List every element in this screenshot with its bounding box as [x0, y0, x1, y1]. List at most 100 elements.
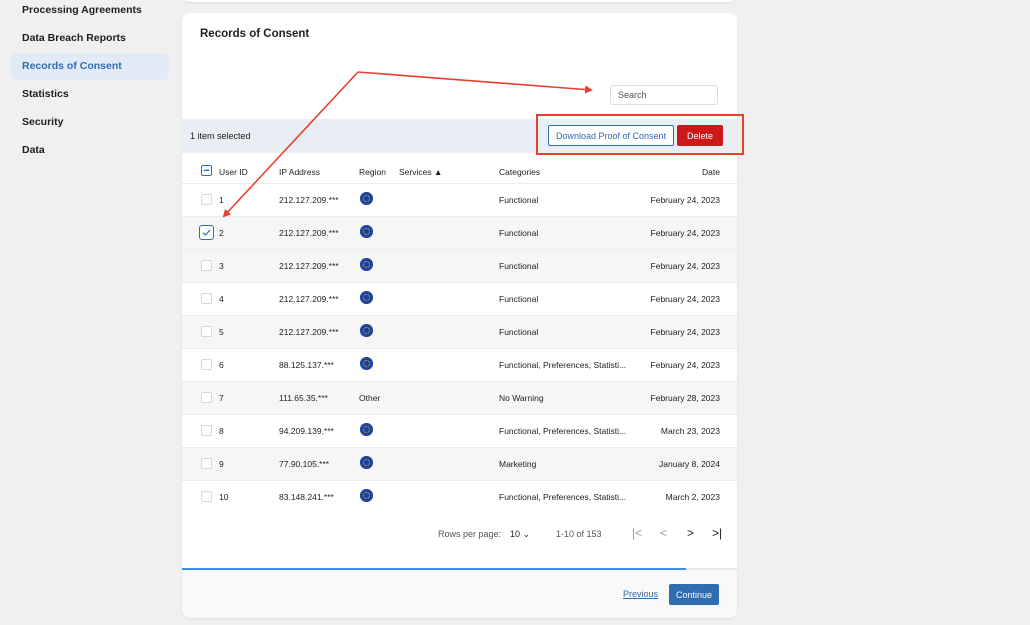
- table-row[interactable]: 7 111.65.35.*** Other No Warning Februar…: [182, 381, 737, 414]
- table-row[interactable]: 8 94.209.139.*** Functional, Preferences…: [182, 414, 737, 447]
- cell-categories: Functional: [499, 261, 539, 271]
- cell-user-id: 8: [219, 426, 224, 436]
- cell-user-id: 4: [219, 294, 224, 304]
- row-checkbox[interactable]: [201, 293, 212, 304]
- eu-flag-icon: [360, 357, 373, 370]
- page-title: Records of Consent: [200, 28, 310, 40]
- cell-date: March 2, 2023: [665, 492, 720, 502]
- selection-count: 1 item selected: [190, 131, 251, 141]
- cell-categories: No Warning: [499, 393, 544, 403]
- table-header: User ID IP Address Region Services ▲ Cat…: [182, 161, 737, 183]
- next-page-icon[interactable]: >: [687, 526, 694, 540]
- cell-ip: 212.127.209.***: [279, 261, 339, 271]
- column-header-services[interactable]: Services ▲: [399, 167, 442, 177]
- search-input[interactable]: [610, 85, 718, 105]
- column-header-categories[interactable]: Categories: [499, 167, 540, 177]
- rows-per-page-label: Rows per page:: [438, 529, 502, 539]
- cell-ip: 212.127.209.***: [279, 327, 339, 337]
- cell-categories: Functional: [499, 294, 539, 304]
- delete-button[interactable]: Delete: [677, 125, 724, 146]
- row-checkbox[interactable]: [201, 491, 212, 502]
- previous-card-edge: [182, 0, 737, 2]
- table-row[interactable]: 4 212.127.209.*** Functional February 24…: [182, 282, 737, 315]
- cell-categories: Functional, Preferences, Statisti...: [499, 426, 627, 436]
- cell-ip: 212.127.209.***: [279, 228, 339, 238]
- cell-categories: Functional: [499, 228, 539, 238]
- cell-date: February 24, 2023: [650, 228, 720, 238]
- cell-user-id: 5: [219, 327, 224, 337]
- cell-user-id: 6: [219, 360, 224, 370]
- eu-flag-icon: [360, 324, 373, 337]
- row-checkbox[interactable]: [201, 425, 212, 436]
- cell-date: February 24, 2023: [650, 195, 720, 205]
- column-header-date[interactable]: Date: [702, 167, 720, 177]
- eu-flag-icon: [360, 489, 373, 502]
- eu-flag-icon: [360, 192, 373, 205]
- row-checkbox[interactable]: [201, 458, 212, 469]
- first-page-icon[interactable]: |<: [632, 526, 642, 540]
- table-row[interactable]: 10 83.148.241.*** Functional, Preference…: [182, 480, 737, 513]
- row-checkbox-checked[interactable]: [199, 225, 214, 240]
- cell-ip: 77.90.105.***: [279, 459, 330, 469]
- row-checkbox[interactable]: [201, 359, 212, 370]
- cell-ip: 111.65.35.***: [279, 393, 328, 403]
- column-header-user-id[interactable]: User ID: [219, 167, 248, 177]
- cell-categories: Functional, Preferences, Statisti...: [499, 360, 627, 370]
- cell-date: February 24, 2023: [650, 261, 720, 271]
- card-footer: Previous Continue: [182, 570, 737, 618]
- sidebar: Processing Agreements Data Breach Report…: [11, 0, 169, 165]
- prev-page-icon[interactable]: <: [660, 526, 667, 540]
- cell-date: January 8, 2024: [659, 459, 720, 469]
- cell-ip: 212.127.209.***: [279, 294, 339, 304]
- sidebar-item-processing-agreements[interactable]: Processing Agreements: [11, 0, 169, 24]
- row-checkbox[interactable]: [201, 392, 212, 403]
- eu-flag-icon: [360, 225, 373, 238]
- cell-user-id: 3: [219, 261, 224, 271]
- row-checkbox[interactable]: [201, 260, 212, 271]
- rows-per-page-select[interactable]: 10 ⌄: [510, 529, 530, 540]
- pagination: Rows per page: 10 ⌄ 1-10 of 153 |< < > >…: [182, 525, 737, 545]
- cell-user-id: 9: [219, 459, 224, 469]
- select-all-checkbox[interactable]: [201, 165, 212, 176]
- sidebar-item-records-of-consent[interactable]: Records of Consent: [11, 53, 169, 80]
- cell-date: February 24, 2023: [650, 294, 720, 304]
- previous-link[interactable]: Previous: [623, 589, 658, 599]
- cell-date: February 28, 2023: [650, 393, 720, 403]
- cell-date: March 23, 2023: [660, 426, 720, 436]
- table-body: 1 212.127.209.*** Functional February 24…: [182, 183, 737, 513]
- table-row[interactable]: 2 212.127.209.*** Functional February 24…: [182, 216, 737, 249]
- cell-user-id: 2: [219, 228, 224, 238]
- cell-categories: Functional, Preferences, Statisti...: [499, 492, 627, 502]
- download-proof-button[interactable]: Download Proof of Consent: [548, 125, 675, 146]
- sidebar-item-data[interactable]: Data: [11, 137, 169, 164]
- table-row[interactable]: 3 212.127.209.*** Functional February 24…: [182, 249, 737, 282]
- eu-flag-icon: [360, 258, 373, 271]
- table-row[interactable]: 1 212.127.209.*** Functional February 24…: [182, 183, 737, 216]
- eu-flag-icon: [360, 291, 373, 304]
- row-checkbox[interactable]: [201, 194, 212, 205]
- eu-flag-icon: [360, 456, 373, 469]
- sidebar-item-statistics[interactable]: Statistics: [11, 81, 169, 108]
- cell-ip: 212.127.209.***: [279, 195, 339, 205]
- row-checkbox[interactable]: [201, 326, 212, 337]
- last-page-icon[interactable]: >|: [712, 526, 722, 540]
- cell-ip: 83.148.241.***: [279, 492, 334, 502]
- column-header-ip[interactable]: IP Address: [279, 167, 320, 177]
- cell-categories: Functional: [499, 195, 539, 205]
- column-header-region[interactable]: Region: [359, 167, 386, 177]
- cell-user-id: 1: [219, 195, 224, 205]
- cell-ip: 94.209.139.***: [279, 426, 334, 436]
- cell-date: February 24, 2023: [650, 327, 720, 337]
- rows-per-page-value: 10: [510, 529, 521, 539]
- table-row[interactable]: 5 212.127.209.*** Functional February 24…: [182, 315, 737, 348]
- chevron-down-icon: ⌄: [522, 529, 531, 539]
- sidebar-item-data-breach-reports[interactable]: Data Breach Reports: [11, 25, 169, 52]
- cell-user-id: 10: [219, 492, 229, 502]
- records-card: Records of Consent 1 item selected Downl…: [182, 13, 737, 618]
- table-row[interactable]: 6 88.125.137.*** Functional, Preferences…: [182, 348, 737, 381]
- continue-button[interactable]: Continue: [669, 584, 720, 605]
- sidebar-item-security[interactable]: Security: [11, 109, 169, 136]
- table-row[interactable]: 9 77.90.105.*** Marketing January 8, 202…: [182, 447, 737, 480]
- cell-user-id: 7: [219, 393, 224, 403]
- page-range: 1-10 of 153: [556, 529, 602, 539]
